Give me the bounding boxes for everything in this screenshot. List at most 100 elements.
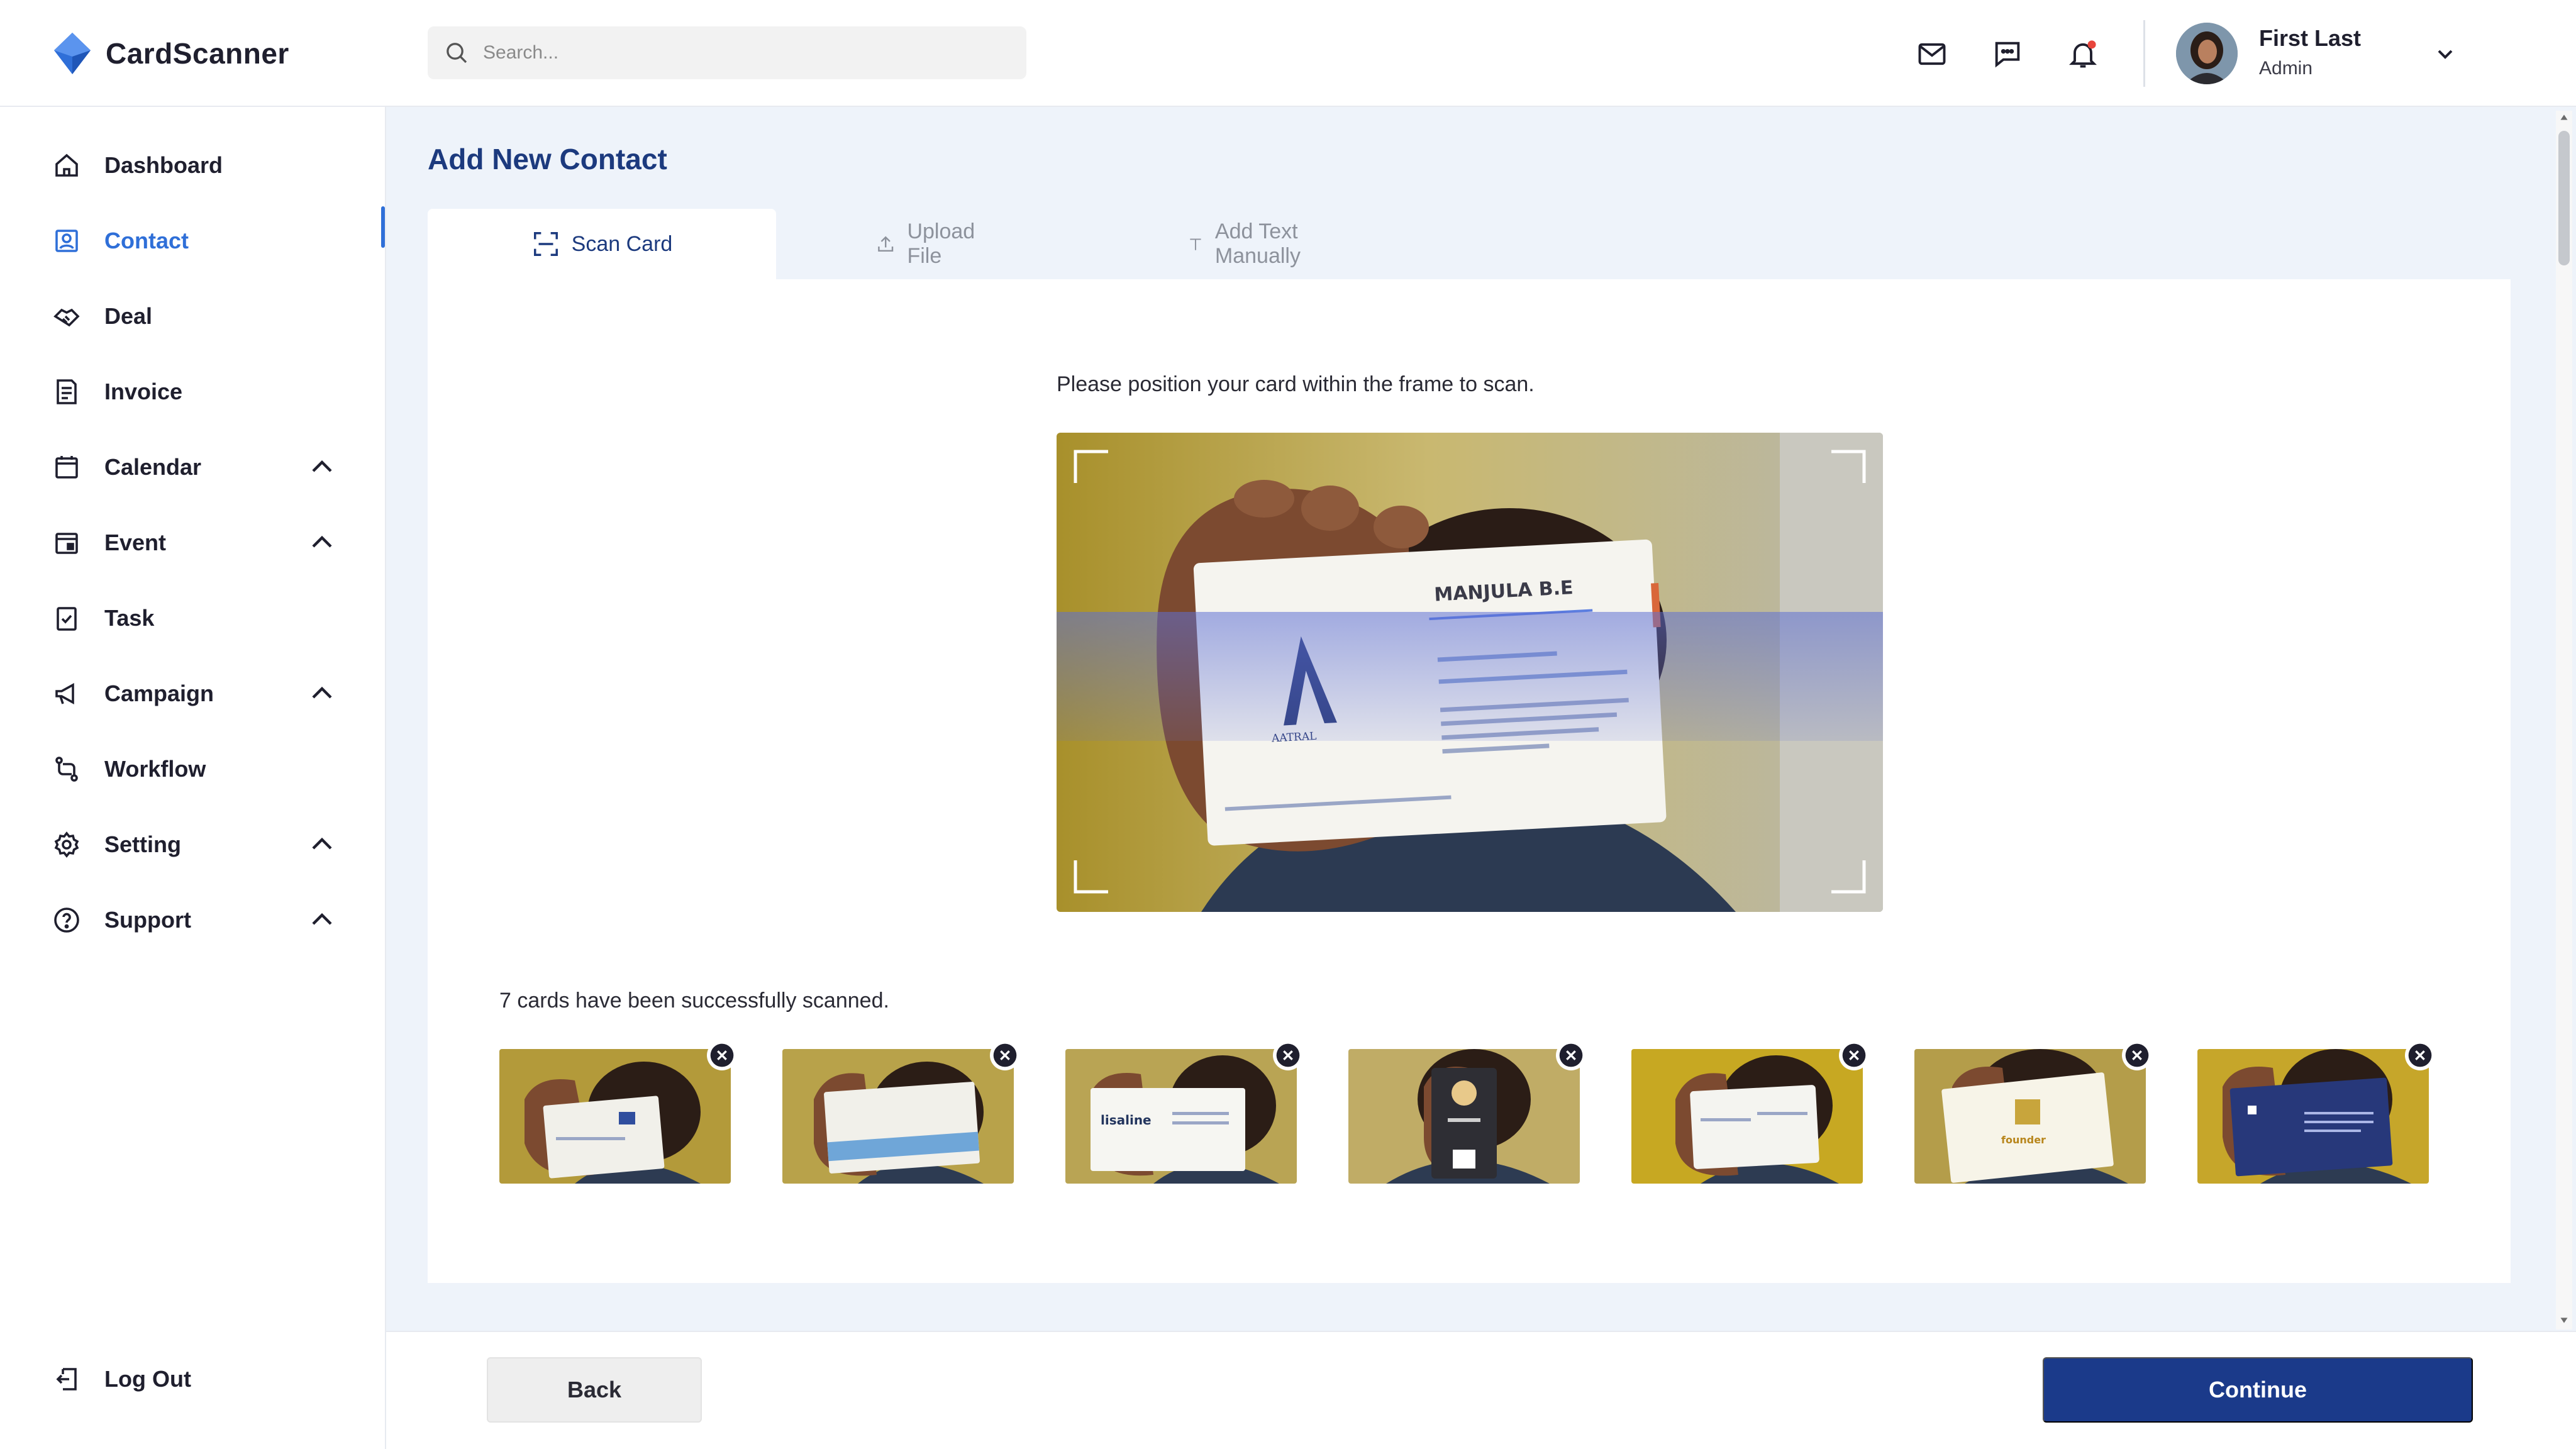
sidebar-item-label: Event xyxy=(104,530,167,555)
sidebar-item-label: Workflow xyxy=(104,756,206,782)
app-name: CardScanner xyxy=(106,37,289,70)
home-icon xyxy=(55,153,78,177)
task-icon xyxy=(57,607,77,631)
sidebar-item-label: Calendar xyxy=(104,454,202,480)
mail-icon[interactable] xyxy=(1916,38,1948,70)
sidebar-item-contact[interactable]: Contact xyxy=(0,213,385,269)
sidebar-item-support[interactable]: Support xyxy=(0,892,385,948)
avatar[interactable] xyxy=(2176,23,2238,84)
user-role: Admin xyxy=(2259,58,2313,79)
scan-instruction: Please position your card within the fra… xyxy=(1057,372,1535,396)
chevron-up-icon[interactable] xyxy=(307,830,337,860)
app-logo-icon xyxy=(54,33,91,74)
svg-text:founder: founder xyxy=(2001,1134,2046,1146)
tab-label: Add Text Manually xyxy=(1214,219,1301,268)
remove-card-button[interactable] xyxy=(707,1040,737,1070)
logout-button[interactable]: Log Out xyxy=(0,1351,385,1407)
scanned-card-thumbnail[interactable]: founder xyxy=(1914,1040,2152,1184)
remove-card-button[interactable] xyxy=(1273,1040,1303,1070)
sidebar-item-workflow[interactable]: Workflow xyxy=(0,741,385,797)
contact-icon xyxy=(55,230,78,252)
close-icon xyxy=(710,1043,734,1067)
remove-card-button[interactable] xyxy=(990,1040,1020,1070)
text-icon xyxy=(1190,238,1201,250)
scanned-card-thumbnail[interactable]: lisaline xyxy=(1065,1040,1303,1184)
sidebar-item-dashboard[interactable]: Dashboard xyxy=(0,137,385,194)
sidebar-item-label: Campaign xyxy=(104,680,214,706)
help-icon xyxy=(54,908,79,933)
tab-add-text-manually[interactable]: Add Text Manually xyxy=(1187,209,1313,279)
scan-icon xyxy=(533,232,558,256)
tab-label: Upload File xyxy=(907,219,975,268)
search-bar[interactable] xyxy=(428,26,1026,79)
brand[interactable]: CardScanner xyxy=(53,31,289,75)
camera-preview[interactable]: AATRAL MANJULA B.E xyxy=(1057,433,1883,912)
sidebar-item-label: Support xyxy=(104,907,191,933)
tab-label: Scan Card xyxy=(571,231,673,256)
chevron-up-icon[interactable] xyxy=(307,528,337,558)
close-icon xyxy=(1842,1043,1866,1067)
bell-icon[interactable] xyxy=(2067,38,2099,70)
scanned-card-thumbnail[interactable] xyxy=(1348,1040,1586,1184)
sidebar-item-invoice[interactable]: Invoice xyxy=(0,364,385,420)
gear-icon xyxy=(54,831,79,858)
megaphone-icon xyxy=(55,682,74,705)
invoice-icon xyxy=(57,379,77,404)
sidebar-item-label: Contact xyxy=(104,228,189,253)
deal-icon xyxy=(53,308,80,327)
tab-scan-card[interactable]: Scan Card xyxy=(428,209,776,279)
active-indicator xyxy=(381,206,385,248)
close-icon xyxy=(1559,1043,1583,1067)
svg-text:lisaline: lisaline xyxy=(1101,1113,1152,1128)
sidebar-item-setting[interactable]: Setting xyxy=(0,816,385,873)
upload-icon xyxy=(878,236,894,252)
back-button[interactable]: Back xyxy=(487,1357,702,1423)
sidebar-item-label: Dashboard xyxy=(104,152,223,178)
tab-upload-file[interactable]: Upload File xyxy=(875,209,984,279)
remove-card-button[interactable] xyxy=(1839,1040,1869,1070)
remove-card-button[interactable] xyxy=(2405,1040,2435,1070)
top-bar: CardScanner First Last Admin xyxy=(0,0,2576,107)
workflow-icon xyxy=(55,757,78,782)
page-title: Add New Contact xyxy=(428,143,667,175)
close-icon xyxy=(1276,1043,1300,1067)
sidebar-item-event[interactable]: Event xyxy=(0,514,385,571)
notification-dot xyxy=(2087,40,2096,49)
sidebar-item-calendar[interactable]: Calendar xyxy=(0,439,385,496)
header-divider xyxy=(2143,20,2145,87)
scanned-card-thumbnail[interactable] xyxy=(499,1040,737,1184)
remove-card-button[interactable] xyxy=(2122,1040,2152,1070)
scanned-cards-list: lisaline founder xyxy=(499,1040,2449,1187)
scroll-down-arrow-icon[interactable] xyxy=(2557,1313,2571,1327)
chat-icon[interactable] xyxy=(1991,38,2024,70)
scanned-card-thumbnail[interactable] xyxy=(782,1040,1020,1184)
user-name[interactable]: First Last xyxy=(2259,25,2361,52)
sidebar-item-label: Setting xyxy=(104,831,181,857)
chevron-up-icon[interactable] xyxy=(307,452,337,482)
scrollbar[interactable] xyxy=(2556,111,2572,1330)
chevron-up-icon[interactable] xyxy=(307,679,337,709)
chevron-up-icon[interactable] xyxy=(307,905,337,935)
search-icon xyxy=(447,43,467,64)
close-icon xyxy=(993,1043,1017,1067)
sidebar-item-label: Invoice xyxy=(104,379,183,404)
sidebar-item-label: Task xyxy=(104,605,155,631)
sidebar-item-deal[interactable]: Deal xyxy=(0,288,385,345)
search-input[interactable] xyxy=(483,42,999,64)
event-icon xyxy=(55,533,78,554)
chevron-down-icon[interactable] xyxy=(2433,42,2458,67)
close-icon xyxy=(2125,1043,2149,1067)
remove-card-button[interactable] xyxy=(1556,1040,1586,1070)
logout-label: Log Out xyxy=(104,1366,191,1392)
scanned-summary: 7 cards have been successfully scanned. xyxy=(499,989,889,1013)
continue-button[interactable]: Continue xyxy=(2043,1357,2473,1423)
scanned-card-thumbnail[interactable] xyxy=(1631,1040,1869,1184)
sidebar: Dashboard Contact Deal Invoice Calendar … xyxy=(0,107,386,1449)
scrollbar-thumb[interactable] xyxy=(2558,131,2570,265)
close-icon xyxy=(2408,1043,2432,1067)
sidebar-item-label: Deal xyxy=(104,303,153,329)
scanned-card-thumbnail[interactable] xyxy=(2197,1040,2435,1184)
sidebar-item-task[interactable]: Task xyxy=(0,590,385,647)
scroll-up-arrow-icon[interactable] xyxy=(2557,111,2571,125)
sidebar-item-campaign[interactable]: Campaign xyxy=(0,665,385,722)
